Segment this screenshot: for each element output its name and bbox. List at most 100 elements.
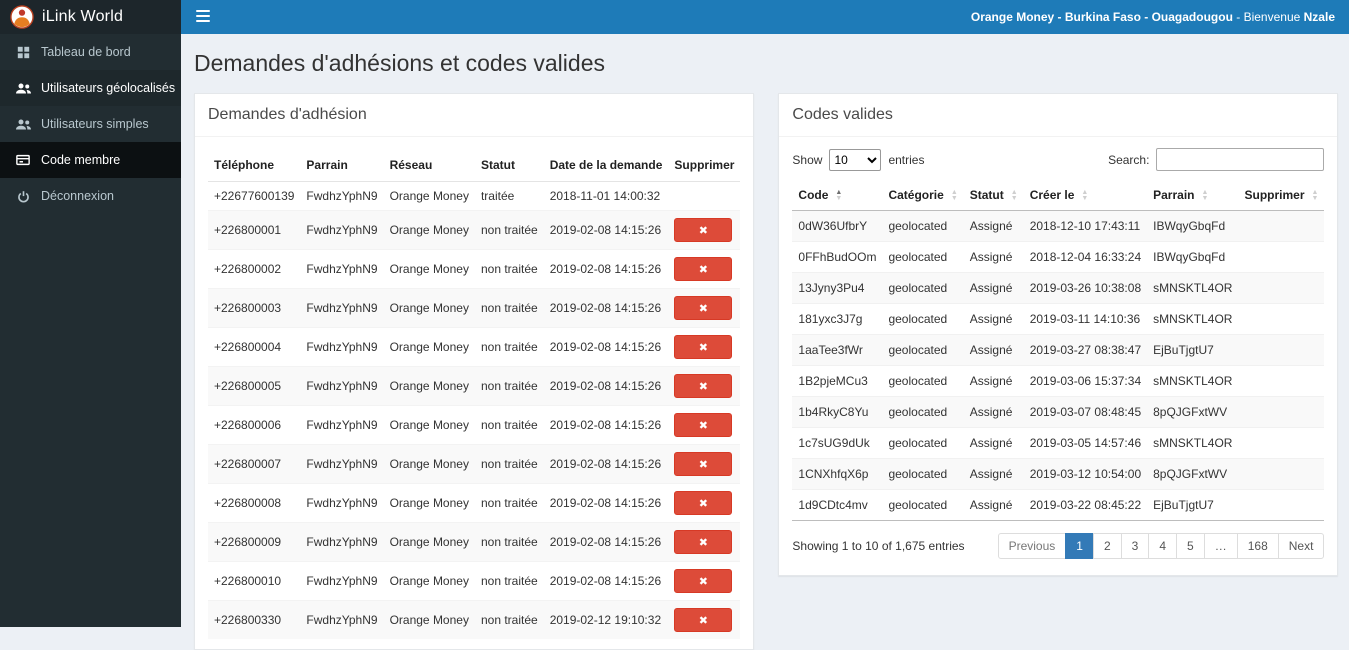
cell-telephone: +226800001 xyxy=(208,211,300,250)
delete-request-button[interactable]: ✖ xyxy=(674,608,732,632)
cell-creer-le: 2018-12-10 17:43:11 xyxy=(1024,211,1147,242)
cell-parrain: FwdhzYphN9 xyxy=(300,328,383,367)
brand[interactable]: iLink World xyxy=(0,0,181,34)
page-title: Demandes d'adhésions et codes valides xyxy=(194,50,1335,77)
pagination-5[interactable]: 5 xyxy=(1176,533,1205,559)
cell-categorie: geolocated xyxy=(882,304,963,335)
pagination-previous[interactable]: Previous xyxy=(998,533,1067,559)
cell-reseau: Orange Money xyxy=(384,523,475,562)
entries-label: entries xyxy=(888,153,924,167)
column-label: Créer le xyxy=(1030,188,1075,202)
cell-parrain: sMNSKTL4OR xyxy=(1147,428,1238,459)
sidebar-item-tableau-de-bord[interactable]: Tableau de bord xyxy=(0,34,181,70)
dashboard-icon xyxy=(15,46,31,59)
cell-categorie: geolocated xyxy=(882,273,963,304)
cell-parrain: EjBuTjgtU7 xyxy=(1147,490,1238,521)
delete-request-button[interactable]: ✖ xyxy=(674,374,732,398)
topbar-context-segment: Nzale xyxy=(1304,10,1335,24)
cell-date: 2019-02-08 14:15:26 xyxy=(544,523,669,562)
main-content: Demandes d'adhésions et codes valides De… xyxy=(181,0,1349,650)
cell-code: 1d9CDtc4mv xyxy=(792,490,882,521)
pagination-4[interactable]: 4 xyxy=(1148,533,1177,559)
delete-request-button[interactable]: ✖ xyxy=(674,218,732,242)
code-row: 0FFhBudOOmgeolocatedAssigné2018-12-04 16… xyxy=(792,242,1324,273)
pagination-2[interactable]: 2 xyxy=(1093,533,1122,559)
delete-x-icon: ✖ xyxy=(699,224,708,237)
pagination-ellipsis: … xyxy=(1204,533,1238,559)
delete-x-icon: ✖ xyxy=(699,575,708,588)
search-label: Search: xyxy=(1108,153,1149,167)
cell-statut: Assigné xyxy=(964,335,1024,366)
request-row: +226800008FwdhzYphN9Orange Moneynon trai… xyxy=(208,484,740,523)
pagination-168[interactable]: 168 xyxy=(1237,533,1279,559)
cell-date: 2018-11-01 14:00:32 xyxy=(544,182,669,211)
cell-telephone: +22677600139 xyxy=(208,182,300,211)
column-header-code[interactable]: Code▲▼ xyxy=(792,180,882,211)
cell-parrain: EjBuTjgtU7 xyxy=(1147,335,1238,366)
cell-categorie: geolocated xyxy=(882,242,963,273)
column-header-statut[interactable]: Statut▲▼ xyxy=(964,180,1024,211)
request-row: +226800330FwdhzYphN9Orange Moneynon trai… xyxy=(208,601,740,640)
cell-telephone: +226800006 xyxy=(208,406,300,445)
delete-request-button[interactable]: ✖ xyxy=(674,413,732,437)
cell-statut: Assigné xyxy=(964,397,1024,428)
sidebar-item-utilisateurs-geolocalises[interactable]: Utilisateurs géolocalisés xyxy=(0,70,181,106)
delete-request-button[interactable]: ✖ xyxy=(674,491,732,515)
table-controls: Show 10 entries Search: xyxy=(779,137,1337,178)
delete-x-icon: ✖ xyxy=(699,614,708,627)
cell-supprimer: ✖ xyxy=(668,406,740,445)
cell-code: 1b4RkyC8Yu xyxy=(792,397,882,428)
sidebar-item-deconnexion[interactable]: Déconnexion xyxy=(0,178,181,214)
menu-toggle-button[interactable] xyxy=(181,0,225,34)
cell-supprimer xyxy=(1238,366,1324,397)
topbar: iLink World Orange Money - Burkina Faso … xyxy=(0,0,1349,34)
codes-panel-title: Codes valides xyxy=(779,94,1337,137)
delete-request-button[interactable]: ✖ xyxy=(674,257,732,281)
cell-statut: Assigné xyxy=(964,490,1024,521)
cell-creer-le: 2019-03-06 15:37:34 xyxy=(1024,366,1147,397)
sidebar-item-code-membre[interactable]: Code membre xyxy=(0,142,181,178)
column-header-parrain[interactable]: Parrain▲▼ xyxy=(1147,180,1238,211)
delete-request-button[interactable]: ✖ xyxy=(674,296,732,320)
cell-telephone: +226800002 xyxy=(208,250,300,289)
page-length-select[interactable]: 10 xyxy=(829,149,881,171)
delete-request-button[interactable]: ✖ xyxy=(674,569,732,593)
cell-creer-le: 2019-03-26 10:38:08 xyxy=(1024,273,1147,304)
sort-desc-icon: ▼ xyxy=(1201,196,1208,202)
topbar-context-segment: - xyxy=(1141,10,1152,24)
cell-supprimer xyxy=(1238,242,1324,273)
cell-parrain: FwdhzYphN9 xyxy=(300,367,383,406)
sidebar-item-utilisateurs-simples[interactable]: Utilisateurs simples xyxy=(0,106,181,142)
cell-date: 2019-02-08 14:15:26 xyxy=(544,484,669,523)
pagination-1[interactable]: 1 xyxy=(1065,533,1094,559)
cell-parrain: FwdhzYphN9 xyxy=(300,250,383,289)
request-row: +226800007FwdhzYphN9Orange Moneynon trai… xyxy=(208,445,740,484)
delete-request-button[interactable]: ✖ xyxy=(674,530,732,554)
delete-request-button[interactable]: ✖ xyxy=(674,335,732,359)
cell-date: 2019-02-08 14:15:26 xyxy=(544,406,669,445)
brand-title: iLink World xyxy=(42,8,123,26)
cell-supprimer: ✖ xyxy=(668,484,740,523)
pagination-3[interactable]: 3 xyxy=(1121,533,1150,559)
cell-code: 1B2pjeMCu3 xyxy=(792,366,882,397)
cell-statut: non traitée xyxy=(475,250,544,289)
search-input[interactable] xyxy=(1156,148,1324,171)
codes-table: Code▲▼Catégorie▲▼Statut▲▼Créer le▲▼Parra… xyxy=(792,180,1324,521)
cell-creer-le: 2019-03-05 14:57:46 xyxy=(1024,428,1147,459)
cell-date: 2019-02-08 14:15:26 xyxy=(544,211,669,250)
column-header-creer-le[interactable]: Créer le▲▼ xyxy=(1024,180,1147,211)
sort-icons: ▲▼ xyxy=(1201,190,1208,201)
cell-code: 1aaTee3fWr xyxy=(792,335,882,366)
cell-parrain: FwdhzYphN9 xyxy=(300,601,383,640)
requests-table: TéléphoneParrainRéseauStatutDate de la d… xyxy=(208,149,740,639)
column-header-supprimer[interactable]: Supprimer▲▼ xyxy=(1238,180,1324,211)
codes-panel: Codes valides Show 10 entries Search: Co… xyxy=(778,93,1338,576)
cell-statut: Assigné xyxy=(964,304,1024,335)
request-row: +226800005FwdhzYphN9Orange Moneynon trai… xyxy=(208,367,740,406)
pagination-next[interactable]: Next xyxy=(1278,533,1325,559)
cell-supprimer: ✖ xyxy=(668,601,740,640)
cell-statut: non traitée xyxy=(475,562,544,601)
topbar-context-segment: Burkina Faso xyxy=(1065,10,1141,24)
delete-request-button[interactable]: ✖ xyxy=(674,452,732,476)
column-header-categorie[interactable]: Catégorie▲▼ xyxy=(882,180,963,211)
